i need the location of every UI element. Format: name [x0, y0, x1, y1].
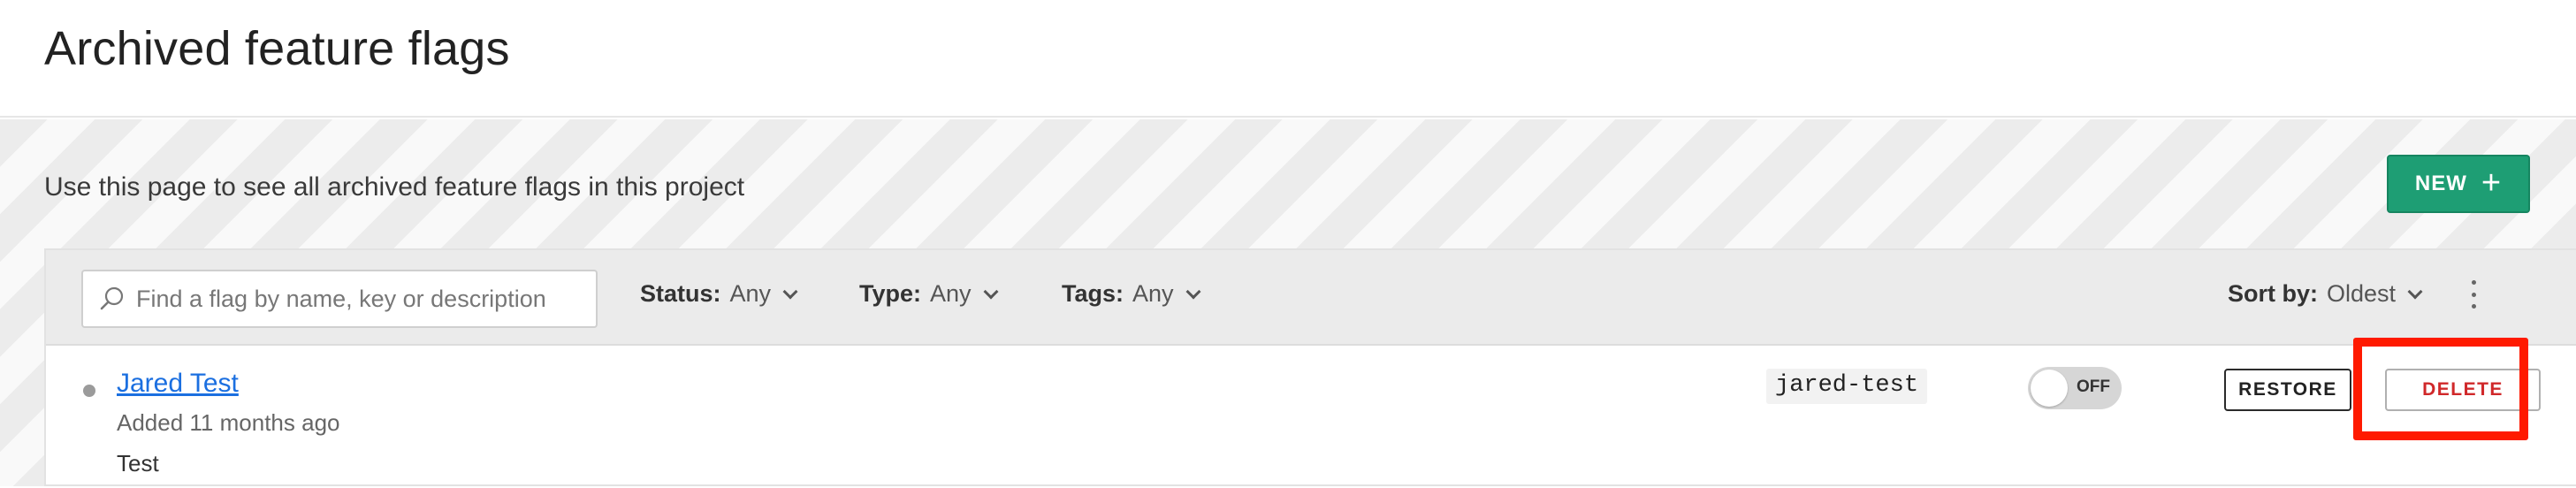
search-icon: [100, 286, 124, 310]
status-filter-label: Status:: [640, 280, 721, 307]
flag-status-dot: [83, 385, 95, 397]
chevron-down-icon: [1185, 284, 1201, 299]
flag-added-date: Added 11 months ago: [117, 409, 340, 436]
page-title: Archived feature flags: [44, 22, 510, 75]
flag-key: jared-test: [1766, 369, 1928, 404]
delete-highlight-box: [2353, 338, 2528, 440]
sort-label: Sort by:: [2228, 280, 2319, 307]
flag-name-link[interactable]: Jared Test: [117, 369, 239, 399]
type-filter-value: Any: [930, 280, 972, 307]
sort-value: Oldest: [2327, 280, 2397, 307]
page-description: Use this page to see all archived featur…: [44, 172, 745, 202]
new-flag-button[interactable]: NEW +: [2387, 155, 2530, 213]
flag-row: Jared Test Added 11 months ago Test jare…: [46, 347, 2576, 488]
restore-button[interactable]: RESTORE: [2224, 369, 2351, 411]
tags-filter-label: Tags:: [1062, 280, 1124, 307]
search-input[interactable]: [136, 285, 578, 313]
plus-icon: +: [2481, 164, 2503, 202]
type-filter-label: Type:: [859, 280, 922, 307]
new-button-label: NEW: [2414, 172, 2467, 195]
search-box[interactable]: [81, 270, 598, 328]
status-filter[interactable]: Status: Any: [640, 280, 798, 308]
tags-filter[interactable]: Tags: Any: [1062, 280, 1201, 308]
main-content: Use this page to see all archived featur…: [0, 119, 2576, 486]
flag-toggle[interactable]: OFF: [2028, 367, 2122, 409]
sort-dropdown[interactable]: Sort by: Oldest: [2228, 280, 2423, 308]
chevron-down-icon: [782, 284, 798, 299]
filter-bar: Status: Any Type: Any Tags: Any Sort by:…: [46, 250, 2576, 346]
status-filter-value: Any: [729, 280, 772, 307]
page-header: Archived feature flags: [0, 0, 2576, 118]
toggle-state-label: OFF: [2077, 377, 2110, 396]
type-filter[interactable]: Type: Any: [859, 280, 999, 308]
chevron-down-icon: [983, 284, 999, 299]
toggle-knob: [2031, 370, 2068, 407]
tags-filter-value: Any: [1132, 280, 1174, 307]
flag-list-panel: Status: Any Type: Any Tags: Any Sort by:…: [44, 248, 2576, 486]
flag-description: Test: [117, 450, 159, 477]
chevron-down-icon: [2407, 284, 2423, 299]
kebab-menu-icon[interactable]: [2465, 277, 2482, 312]
